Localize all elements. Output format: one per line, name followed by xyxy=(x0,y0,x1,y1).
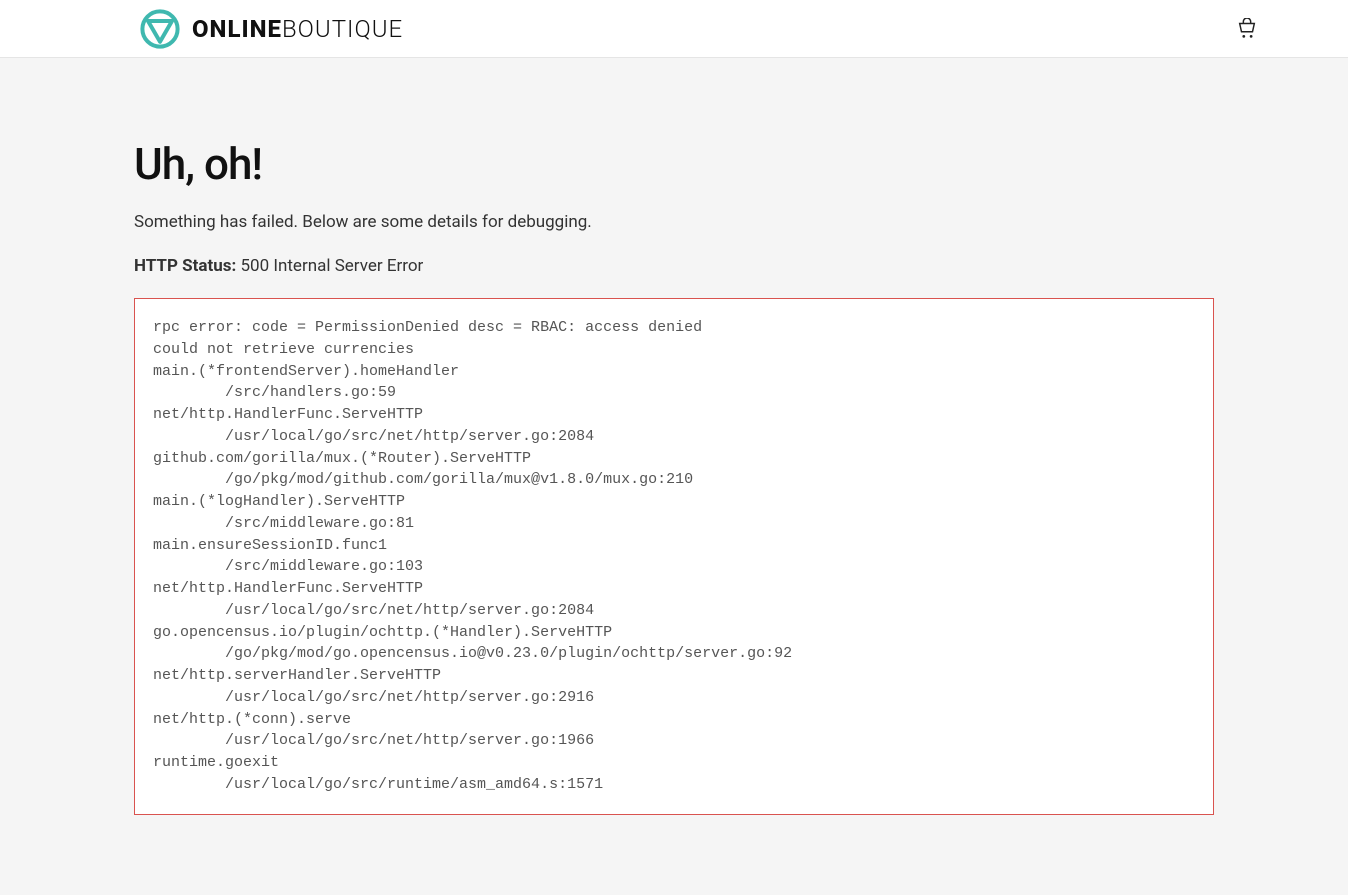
http-status-line: HTTP Status: 500 Internal Server Error xyxy=(134,256,1214,276)
logo-link[interactable]: ONLINEBOUTIQUE xyxy=(140,9,403,49)
http-status-label: HTTP Status: xyxy=(134,256,236,276)
logo-text: ONLINEBOUTIQUE xyxy=(192,15,403,43)
error-container: Uh, oh! Something has failed. Below are … xyxy=(134,138,1214,815)
cart-icon xyxy=(1236,18,1258,40)
logo-text-light: BOUTIQUE xyxy=(282,15,403,43)
http-status-value: 500 Internal Server Error xyxy=(240,256,423,276)
logo-text-bold: ONLINE xyxy=(192,15,282,43)
error-subtitle: Something has failed. Below are some det… xyxy=(134,212,1214,232)
main-content-area: Uh, oh! Something has failed. Below are … xyxy=(0,58,1348,895)
page-header: ONLINEBOUTIQUE xyxy=(0,0,1348,58)
stack-trace-text: rpc error: code = PermissionDenied desc … xyxy=(153,317,1195,796)
logo-icon xyxy=(140,9,180,49)
error-title: Uh, oh! xyxy=(134,138,1214,190)
cart-button[interactable] xyxy=(1236,18,1258,40)
stack-trace-box: rpc error: code = PermissionDenied desc … xyxy=(134,298,1214,815)
